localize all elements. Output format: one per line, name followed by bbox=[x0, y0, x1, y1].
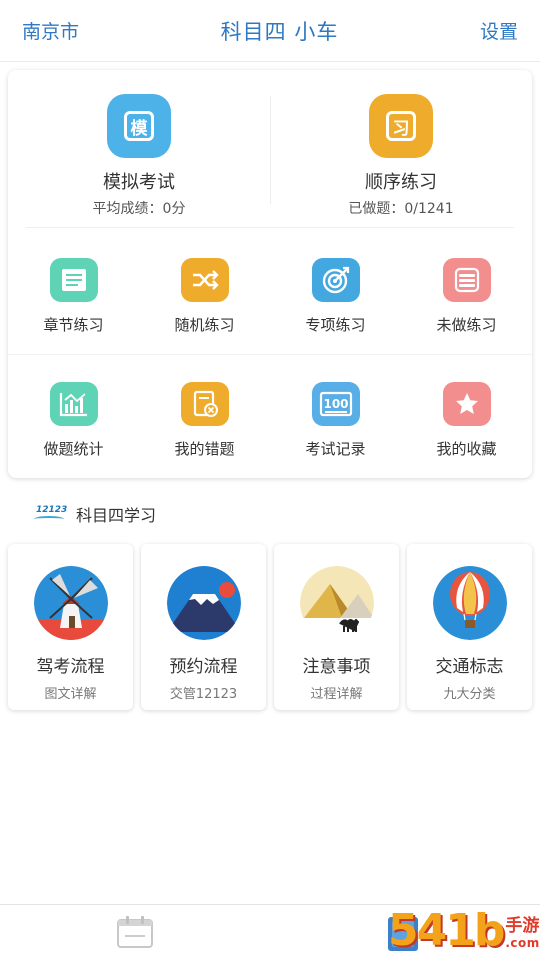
watermark-number: 541b bbox=[388, 904, 505, 956]
favorites-button[interactable]: 我的收藏 bbox=[401, 370, 532, 490]
sequential-practice-icon: 习 bbox=[369, 94, 433, 158]
sequential-practice-label: 顺序练习 bbox=[365, 172, 437, 193]
logo-text: 12123 bbox=[36, 505, 68, 515]
star-icon bbox=[442, 382, 491, 426]
windmill-icon bbox=[33, 566, 108, 640]
score-100-icon: 100 bbox=[311, 382, 360, 426]
watermark-side: 手游网 .com.cn bbox=[505, 911, 540, 950]
page-title[interactable]: 科目四 小车 bbox=[221, 16, 339, 46]
practice-grid-row-2: 做题统计 我的错题 100 考试记录 我的收藏 bbox=[8, 370, 532, 490]
random-practice-label: 随机练习 bbox=[174, 316, 235, 334]
special-practice-label: 专项练习 bbox=[305, 316, 366, 334]
traffic-signs-card[interactable]: 交通标志 九大分类 bbox=[407, 544, 532, 710]
top-actions: 模 模拟考试 平均成绩：0分 习 顺序练习 已做题：0/1241 bbox=[8, 70, 532, 226]
practice-grid-row-1: 章节练习 随机练习 专项练习 未做练习 bbox=[8, 246, 532, 366]
site-watermark-logo: 541b 手游网 .com.cn bbox=[388, 900, 540, 960]
average-score-text: 平均成绩：0分 bbox=[92, 201, 186, 217]
undone-practice-button[interactable]: 未做练习 bbox=[401, 246, 532, 366]
booking-process-card[interactable]: 预约流程 交管12123 bbox=[141, 544, 266, 710]
exam-process-card[interactable]: 驾考流程 图文详解 bbox=[8, 544, 133, 710]
exam-records-label: 考试记录 bbox=[305, 440, 366, 458]
wrong-questions-icon bbox=[180, 382, 229, 426]
notes-card[interactable]: 注意事项 过程详解 bbox=[274, 544, 399, 710]
chapter-practice-button[interactable]: 章节练习 bbox=[8, 246, 139, 366]
progress-text: 已做题：0/1241 bbox=[348, 201, 454, 217]
practice-card: 模 模拟考试 平均成绩：0分 习 顺序练习 已做题：0/1241 章节练习 随机… bbox=[8, 70, 532, 478]
favorites-label: 我的收藏 bbox=[436, 440, 497, 458]
top-header: 南京市 科目四 小车 设置 bbox=[0, 0, 540, 62]
undone-practice-label: 未做练习 bbox=[436, 316, 497, 334]
statistics-button[interactable]: 做题统计 bbox=[8, 370, 139, 490]
card-subtitle: 过程详解 bbox=[310, 687, 363, 702]
section-title: 科目四学习 bbox=[76, 506, 157, 525]
calendar-icon[interactable] bbox=[116, 915, 154, 949]
card-title: 预约流程 bbox=[169, 657, 238, 677]
settings-button[interactable]: 设置 bbox=[480, 17, 518, 44]
mock-exam-label: 模拟考试 bbox=[103, 172, 175, 193]
card-title: 驾考流程 bbox=[36, 657, 105, 677]
watermark-url: .com.cn bbox=[505, 935, 540, 950]
list-icon bbox=[442, 258, 491, 302]
card-title: 注意事项 bbox=[302, 657, 371, 677]
mount-fuji-icon bbox=[166, 566, 241, 640]
mock-exam-entry[interactable]: 模 模拟考试 平均成绩：0分 bbox=[8, 70, 270, 226]
card-title: 交通标志 bbox=[435, 657, 504, 677]
shuffle-icon bbox=[180, 258, 229, 302]
random-practice-button[interactable]: 随机练习 bbox=[139, 246, 270, 366]
12123-logo: 12123 bbox=[34, 503, 68, 525]
special-practice-button[interactable]: 专项练习 bbox=[270, 246, 401, 366]
divider bbox=[26, 227, 514, 228]
hot-air-balloon-icon bbox=[432, 566, 507, 640]
pyramids-camel-icon bbox=[299, 566, 374, 640]
logo-swoosh bbox=[34, 516, 64, 522]
city-selector[interactable]: 南京市 bbox=[22, 17, 79, 44]
statistics-label: 做题统计 bbox=[43, 440, 104, 458]
wrong-questions-label: 我的错题 bbox=[174, 440, 235, 458]
mock-exam-glyph: 模 bbox=[124, 111, 154, 141]
statistics-icon bbox=[49, 382, 98, 426]
sequential-practice-glyph: 习 bbox=[386, 111, 416, 141]
card-subtitle: 交管12123 bbox=[169, 687, 238, 702]
wrong-questions-button[interactable]: 我的错题 bbox=[139, 370, 270, 490]
watermark-text: 手游网 bbox=[505, 915, 540, 936]
svg-text:100: 100 bbox=[323, 397, 348, 411]
section-header: 12123 科目四学习 bbox=[34, 500, 156, 528]
card-subtitle: 图文详解 bbox=[44, 687, 97, 702]
card-subtitle: 九大分类 bbox=[443, 687, 496, 702]
learning-cards: 驾考流程 图文详解 预约流程 交管12123 注意事项 过程详解 交通标志 九大… bbox=[8, 544, 532, 710]
chapter-practice-label: 章节练习 bbox=[43, 316, 104, 334]
target-icon bbox=[311, 258, 360, 302]
sequential-practice-entry[interactable]: 习 顺序练习 已做题：0/1241 bbox=[270, 70, 532, 226]
mock-exam-icon: 模 bbox=[107, 94, 171, 158]
chapter-practice-icon bbox=[49, 258, 98, 302]
exam-records-button[interactable]: 100 考试记录 bbox=[270, 370, 401, 490]
